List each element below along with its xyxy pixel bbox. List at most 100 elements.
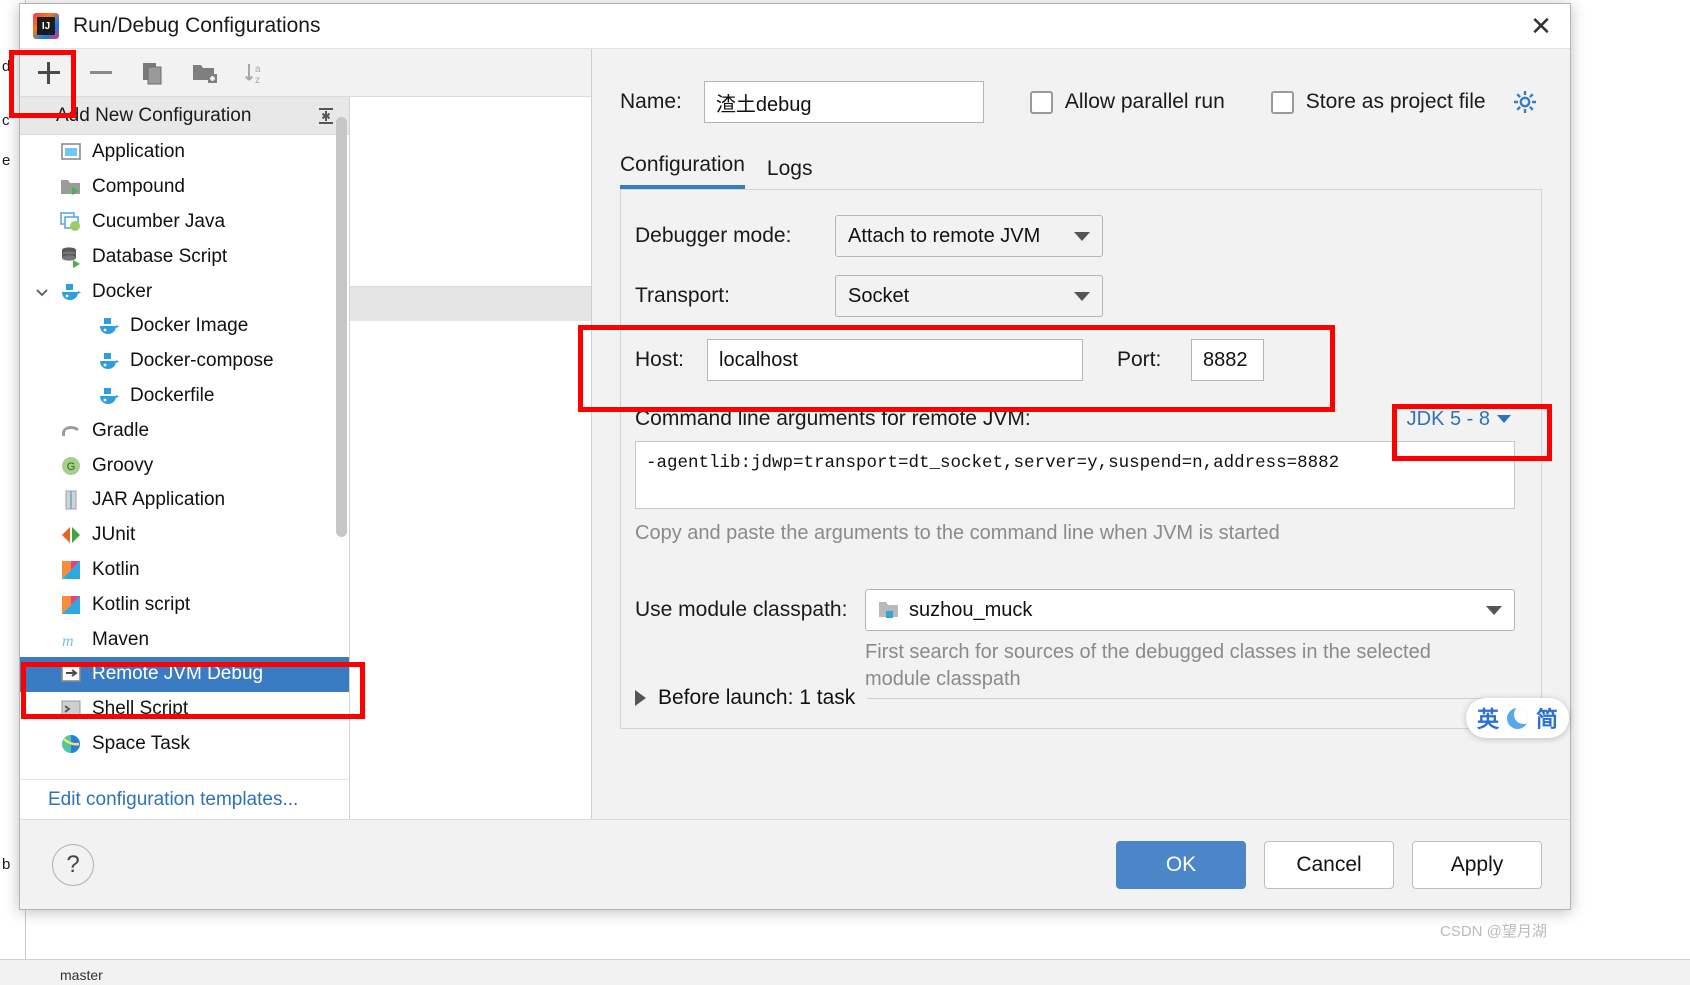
svg-text:m: m	[62, 633, 74, 650]
configuration-types-tree: Add New Configuration Application Compoun…	[20, 97, 350, 819]
tab-logs[interactable]: Logs	[767, 157, 813, 189]
tree-item-gradle[interactable]: Gradle	[20, 413, 349, 448]
space-task-icon	[60, 733, 82, 755]
maven-icon: m	[60, 629, 82, 651]
tree-item-compound[interactable]: Compound	[20, 170, 349, 205]
tree-item-cucumber-java[interactable]: Cucumber Java	[20, 205, 349, 240]
tree-item-label: Docker Image	[130, 315, 249, 337]
tree-item-kotlin[interactable]: Kotlin	[20, 553, 349, 588]
preview-highlight-band	[350, 287, 591, 321]
tree-scrollbar-thumb[interactable]	[336, 117, 347, 537]
chevron-down-icon[interactable]	[34, 284, 50, 300]
tree-item-docker[interactable]: Docker	[20, 274, 349, 309]
gear-icon[interactable]	[1512, 89, 1538, 115]
svg-text:z: z	[255, 75, 260, 85]
tree-item-docker-image[interactable]: Docker Image	[20, 309, 349, 344]
name-input[interactable]: 渣土debug	[703, 81, 984, 123]
new-folder-button[interactable]	[190, 58, 220, 88]
collapse-all-icon[interactable]	[315, 105, 337, 127]
ime-shape-mode: 简	[1536, 707, 1559, 732]
command-line-arguments-label: Command line arguments for remote JVM:	[635, 407, 1031, 430]
tree-item-junit[interactable]: JUnit	[20, 518, 349, 553]
run-debug-configurations-dialog: Run/Debug Configurations ✕	[19, 3, 1571, 910]
allow-parallel-run-box[interactable]	[1029, 90, 1053, 114]
debugger-mode-row: Debugger mode: Attach to remote JVM	[635, 215, 1515, 257]
tree-item-kotlin-script[interactable]: Kotlin script	[20, 587, 349, 622]
module-classpath-select[interactable]: suzhou_muck	[865, 589, 1515, 631]
tab-configuration[interactable]: Configuration	[620, 153, 745, 189]
edit-templates-label: Edit configuration templates...	[48, 788, 299, 810]
before-launch-section[interactable]: Before launch: 1 task	[635, 686, 1515, 710]
tree-header-label: Add New Configuration	[56, 104, 252, 126]
tree-item-docker-compose[interactable]: Docker-compose	[20, 344, 349, 379]
configurations-list-area: Add New Configuration Application Compoun…	[20, 97, 591, 819]
name-label: Name:	[620, 90, 682, 113]
tree-item-label: Docker-compose	[130, 350, 274, 372]
host-input[interactable]: localhost	[707, 339, 1083, 381]
moon-icon	[1507, 707, 1529, 729]
remove-configuration-button[interactable]	[86, 58, 116, 88]
add-configuration-button[interactable]	[34, 58, 64, 88]
csdn-watermark: CSDN @望月湖	[1440, 923, 1547, 940]
tree-item-label: JUnit	[92, 524, 136, 546]
name-input-value: 渣土debug	[715, 93, 812, 116]
apply-button[interactable]: Apply	[1412, 840, 1542, 889]
command-line-arguments-textarea[interactable]: -agentlib:jdwp=transport=dt_socket,serve…	[635, 441, 1515, 509]
port-input[interactable]: 8882	[1191, 339, 1264, 381]
junit-icon	[60, 524, 82, 546]
cancel-button[interactable]: Cancel	[1264, 840, 1394, 889]
transport-select[interactable]: Socket	[835, 275, 1103, 317]
tree-item-label: Maven	[92, 628, 150, 650]
dialog-body: a z Add New Configuration Application Com…	[20, 49, 1570, 819]
bg-letter-d: d	[2, 58, 11, 75]
tree-item-maven[interactable]: m Maven	[20, 622, 349, 657]
docker-icon	[98, 350, 120, 372]
sort-configurations-button[interactable]: a z	[242, 58, 272, 88]
groovy-icon: G	[60, 455, 82, 477]
help-button[interactable]: ?	[52, 843, 94, 886]
docker-icon	[98, 385, 120, 407]
tree-item-remote-jvm-debug[interactable]: Remote JVM Debug	[20, 656, 349, 692]
kotlin-script-icon	[60, 594, 82, 616]
gradle-icon	[60, 420, 82, 442]
ide-status-text: master	[60, 967, 103, 983]
allow-parallel-run-label: Allow parallel run	[1064, 90, 1225, 113]
tree-item-shell-script[interactable]: Shell Script	[20, 692, 349, 727]
module-classpath-hint: First search for sources of the debugged…	[865, 639, 1515, 693]
copy-configuration-button[interactable]	[138, 58, 168, 88]
store-as-project-file-label: Store as project file	[1305, 90, 1486, 113]
configurations-toolbar: a z	[20, 49, 591, 97]
tree-item-space-task[interactable]: Space Task	[20, 727, 349, 762]
bg-letter-e: e	[2, 152, 11, 169]
tree-item-database-script[interactable]: Database Script	[20, 239, 349, 274]
jdk-version-selector[interactable]: JDK 5 - 8	[1407, 408, 1511, 431]
plus-icon	[38, 61, 60, 84]
panel-divider	[621, 189, 1541, 190]
command-line-arguments-hint: Copy and paste the arguments to the comm…	[635, 522, 1280, 544]
compound-icon	[60, 176, 82, 198]
tree-item-label: Application	[92, 141, 185, 163]
allow-parallel-run-checkbox[interactable]: Allow parallel run	[1029, 90, 1225, 114]
tree-item-label: Groovy	[92, 454, 154, 476]
docker-icon	[98, 315, 120, 337]
tree-item-label: Shell Script	[92, 698, 189, 720]
tree-item-groovy[interactable]: G Groovy	[20, 448, 349, 483]
tree-item-label: Kotlin	[92, 558, 140, 580]
database-script-icon	[60, 246, 82, 268]
tree-item-label: Dockerfile	[130, 384, 215, 406]
close-icon[interactable]: ✕	[1512, 4, 1570, 49]
tree-item-application[interactable]: Application	[20, 135, 349, 170]
remote-jvm-debug-icon	[60, 663, 82, 685]
store-as-project-file-box[interactable]	[1270, 90, 1294, 114]
ok-button[interactable]: OK	[1116, 840, 1246, 889]
store-as-project-file-checkbox[interactable]: Store as project file	[1270, 89, 1538, 115]
chevron-down-icon	[1074, 231, 1090, 241]
configurations-left-panel: a z Add New Configuration Application Com…	[20, 49, 592, 819]
tree-item-jar-application[interactable]: JAR Application	[20, 483, 349, 518]
tree-item-dockerfile[interactable]: Dockerfile	[20, 379, 349, 414]
intellij-idea-logo-icon	[33, 13, 59, 39]
help-icon: ?	[66, 850, 80, 878]
ime-indicator[interactable]: 英 简	[1466, 698, 1570, 738]
debugger-mode-select[interactable]: Attach to remote JVM	[835, 215, 1103, 257]
edit-configuration-templates-link[interactable]: Edit configuration templates...	[20, 779, 349, 819]
